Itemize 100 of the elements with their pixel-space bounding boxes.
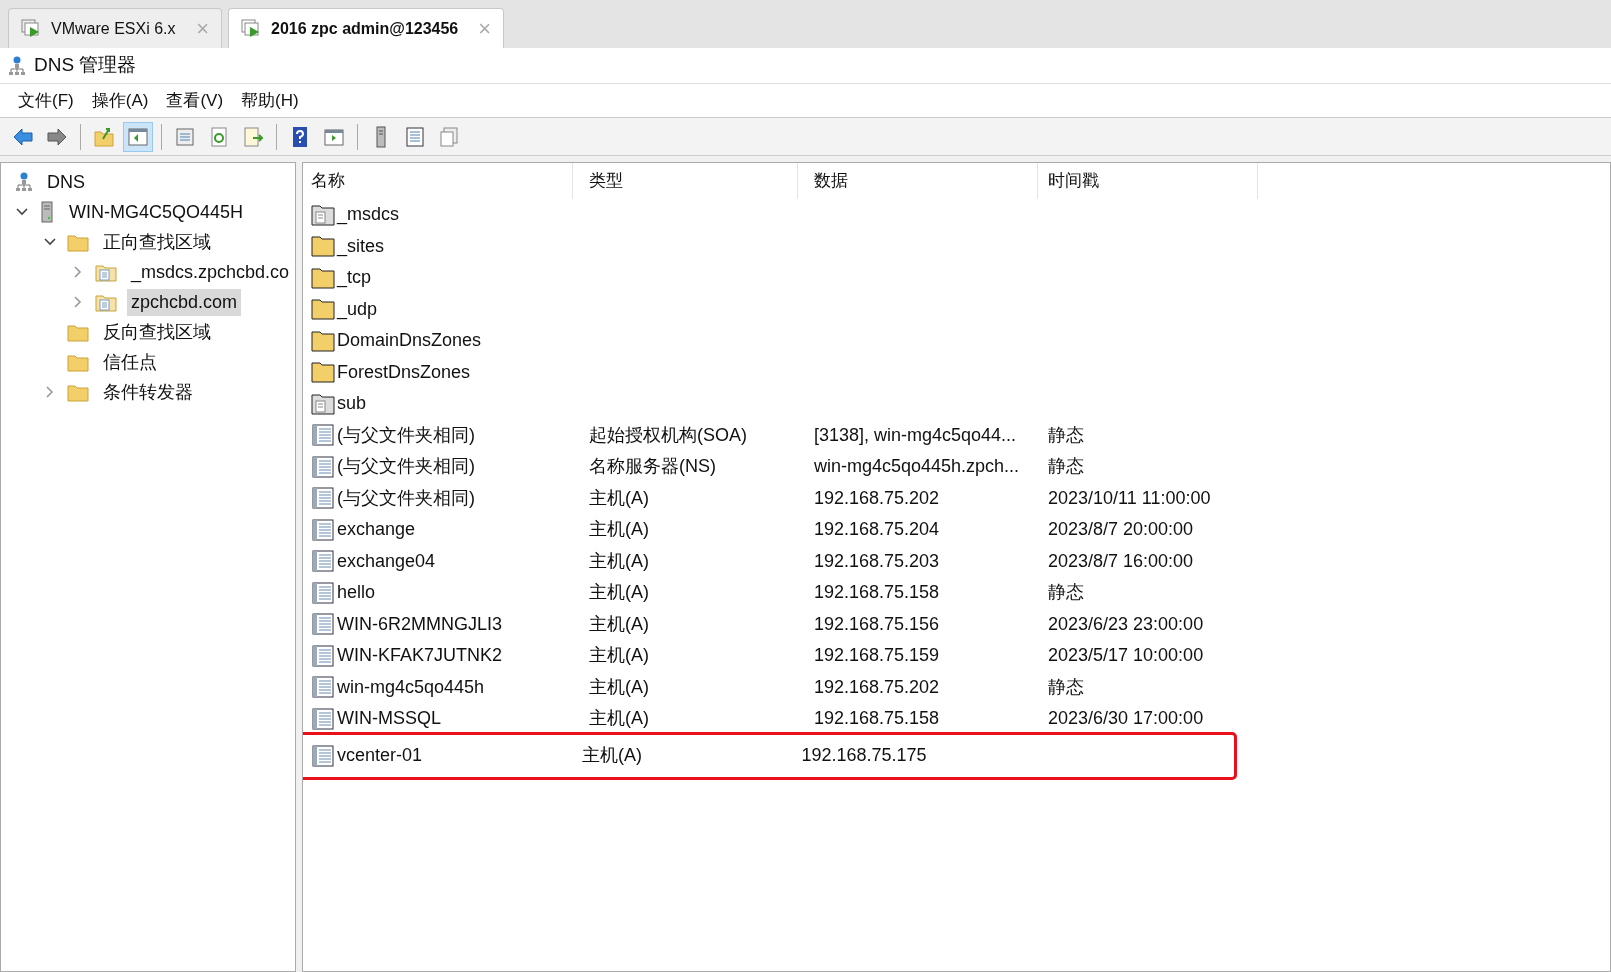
tree-item[interactable]: 条件转发器 — [99, 378, 197, 406]
table-cell: 主机(A) — [589, 645, 649, 666]
table-row[interactable]: _tcp — [311, 262, 1610, 294]
export-list-icon — [242, 125, 264, 148]
tree-item[interactable]: 信任点 — [99, 348, 161, 376]
record-icon — [311, 487, 335, 510]
table-row[interactable]: hello 主机(A) 192.168.75.158 静态 — [311, 577, 1610, 609]
table-row[interactable]: sub — [311, 388, 1610, 420]
record-icon — [311, 550, 335, 573]
record-icon — [311, 518, 335, 541]
table-row[interactable]: DomainDnsZones — [311, 325, 1610, 357]
tree-item[interactable]: WIN-MG4C5QO445H — [65, 198, 248, 226]
name-cell[interactable]: DomainDnsZones — [337, 327, 482, 355]
record-icon — [311, 644, 335, 667]
folder-up-icon — [93, 125, 115, 148]
table-row[interactable]: _sites — [311, 230, 1610, 262]
name-cell[interactable]: vcenter-01 — [337, 742, 423, 769]
table-cell: 2023/5/17 10:00:00 — [1048, 645, 1204, 666]
table-row[interactable]: win-mg4c5qo445h 主机(A) 192.168.75.202 静态 — [311, 671, 1610, 703]
toolbar-button[interactable] — [123, 121, 153, 152]
name-cell[interactable]: (与父文件夹相同) — [337, 453, 475, 481]
column-header[interactable]: 名称 — [303, 163, 573, 199]
table-cell: 静态 — [1048, 582, 1084, 603]
name-cell[interactable]: _tcp — [337, 264, 372, 292]
table-row[interactable]: WIN-KFAK7JUTNK2 主机(A) 192.168.75.159 2023/5/17 10:00:00 — [311, 640, 1610, 672]
table-cell: 起始授权机构(SOA) — [589, 424, 747, 445]
zone-folder-icon — [95, 262, 117, 282]
name-cell[interactable]: sub — [337, 390, 367, 418]
name-cell[interactable]: WIN-MSSQL — [337, 705, 441, 733]
table-row[interactable]: (与父文件夹相同) 主机(A) 192.168.75.202 2023/10/11 11:00:00 — [311, 482, 1610, 514]
record-icon — [311, 455, 335, 478]
folder-icon — [311, 329, 335, 352]
table-row[interactable]: (与父文件夹相同) 名称服务器(NS) win-mg4c5qo445h.zpch... 静态 — [311, 451, 1610, 483]
tree-item[interactable]: DNS — [43, 168, 89, 196]
table-cell: 名称服务器(NS) — [589, 456, 716, 477]
browser-tab[interactable]: VMware ESXi 6.x × — [8, 8, 222, 48]
table-cell: 2023/8/7 16:00:00 — [1048, 550, 1194, 571]
name-cell[interactable]: WIN-6R2MMNGJLI3 — [337, 610, 502, 638]
name-cell[interactable]: hello — [337, 579, 376, 607]
table-cell: 主机(A) — [589, 613, 649, 634]
tab-label: VMware ESXi 6.x — [51, 18, 176, 39]
tree-item[interactable]: 正向查找区域 — [99, 228, 215, 256]
table-row[interactable]: _msdcs — [311, 199, 1610, 231]
table-cell: 静态 — [1048, 676, 1084, 697]
zone-folder-icon — [95, 292, 117, 312]
menu-item[interactable]: 文件(F) — [10, 87, 82, 114]
table-row[interactable]: (与父文件夹相同) 起始授权机构(SOA) [3138], win-mg4c5qo44... 静态 — [311, 419, 1610, 451]
zone-folder-icon — [311, 203, 335, 226]
table-cell: 静态 — [1048, 424, 1084, 445]
table-cell: 静态 — [1048, 456, 1084, 477]
browser-tab[interactable]: 2016 zpc admin@123456 × — [228, 8, 504, 48]
table-cell: 192.168.75.202 — [814, 676, 940, 697]
pane-icon — [127, 125, 149, 148]
folder-icon — [67, 352, 89, 372]
name-cell[interactable]: exchange — [337, 516, 416, 544]
table-cell: 2023/8/7 20:00:00 — [1048, 519, 1194, 540]
table-cell: 主机(A) — [589, 550, 649, 571]
name-cell[interactable]: WIN-KFAK7JUTNK2 — [337, 642, 503, 670]
name-cell[interactable]: win-mg4c5qo445h — [337, 673, 485, 701]
table-row[interactable]: WIN-MSSQL 主机(A) 192.168.75.158 2023/6/30 17:00:00 — [311, 703, 1610, 735]
table-cell: 192.168.75.158 — [814, 708, 940, 729]
column-header[interactable]: 数据 — [798, 163, 1038, 199]
menu-item[interactable]: 帮助(H) — [233, 87, 307, 114]
table-row[interactable]: WIN-6R2MMNGJLI3 主机(A) 192.168.75.156 2023/6/23 23:00:00 — [311, 608, 1610, 640]
table-cell: 192.168.75.204 — [814, 519, 940, 540]
table-cell: 192.168.75.175 — [801, 745, 927, 765]
table-row[interactable]: ForestDnsZones — [311, 356, 1610, 388]
folder-icon — [67, 322, 89, 342]
network-icon — [8, 55, 26, 76]
server-icon — [39, 201, 55, 223]
name-cell[interactable]: ForestDnsZones — [337, 358, 471, 386]
name-cell[interactable]: exchange04 — [337, 547, 436, 575]
table-row[interactable]: _udp — [311, 293, 1610, 325]
table-cell: 192.168.75.159 — [814, 645, 940, 666]
tree-item[interactable]: 反向查找区域 — [99, 318, 215, 346]
menu-item[interactable]: 操作(A) — [83, 87, 157, 114]
table-row[interactable]: exchange 主机(A) 192.168.75.204 2023/8/7 20:00:00 — [311, 514, 1610, 546]
table-cell: 主机(A) — [589, 582, 649, 603]
column-header[interactable]: 时间戳 — [1038, 163, 1258, 199]
table-row[interactable]: exchange04 主机(A) 192.168.75.203 2023/8/7 16:00:00 — [311, 545, 1610, 577]
tree-item[interactable]: zpchcbd.com — [127, 288, 242, 316]
record-icon — [311, 676, 335, 699]
name-cell[interactable]: _msdcs — [337, 201, 399, 229]
name-cell[interactable]: _udp — [337, 295, 378, 323]
record-icon — [311, 581, 335, 604]
menu-item[interactable]: 查看(V) — [158, 87, 232, 114]
name-cell[interactable]: (与父文件夹相同) — [337, 421, 475, 449]
name-cell[interactable]: _sites — [337, 232, 385, 260]
table-cell: [3138], win-mg4c5qo44... — [814, 424, 1017, 445]
record-icon — [311, 744, 335, 767]
folder-icon — [311, 235, 335, 258]
name-cell[interactable]: (与父文件夹相同) — [337, 484, 475, 512]
table-cell: win-mg4c5qo445h.zpch... — [814, 456, 1020, 477]
window-title: DNS 管理器 — [34, 53, 137, 78]
record-icon — [311, 707, 335, 730]
table-cell: 192.168.75.158 — [814, 582, 940, 603]
column-header[interactable]: 类型 — [573, 163, 798, 199]
tree-item[interactable]: _msdcs.zpchcbd.co — [127, 258, 294, 286]
table-cell: 2023/6/30 17:00:00 — [1048, 708, 1204, 729]
network-icon — [15, 172, 33, 192]
